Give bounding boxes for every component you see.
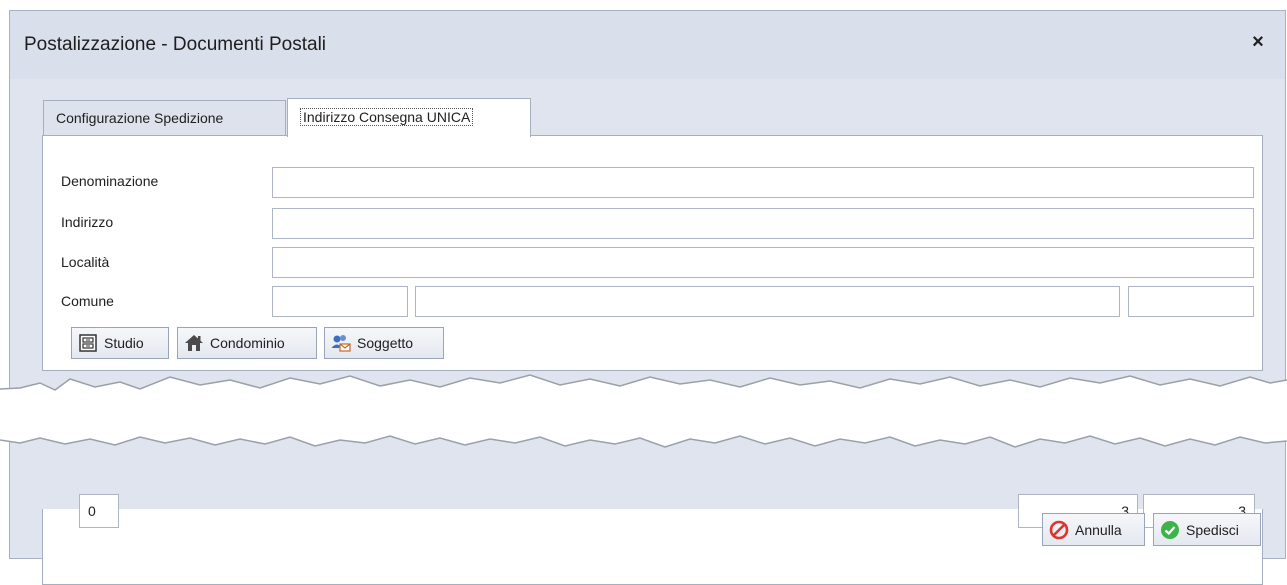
house-icon — [184, 333, 204, 353]
condominio-button-label: Condominio — [210, 335, 285, 351]
torn-edge-break — [0, 374, 1287, 448]
spedisci-button-label: Spedisci — [1186, 521, 1239, 538]
tab-panel-indirizzo: Denominazione Indirizzo Località Comune … — [42, 135, 1263, 371]
soggetto-button-label: Soggetto — [357, 335, 414, 351]
condominio-button[interactable]: Condominio — [177, 327, 317, 359]
comune-nome-field[interactable] — [415, 286, 1120, 317]
denominazione-label: Denominazione — [61, 173, 159, 189]
indirizzo-field[interactable] — [272, 208, 1254, 239]
title-bar[interactable]: Postalizzazione - Documenti Postali × — [10, 11, 1285, 79]
tab-label: Indirizzo Consegna UNICA — [300, 108, 474, 126]
spedisci-button[interactable]: Spedisci — [1153, 513, 1261, 546]
localita-label: Località — [61, 254, 110, 270]
cancel-icon — [1049, 520, 1069, 540]
window-title: Postalizzazione - Documenti Postali — [24, 34, 327, 55]
cabinet-icon — [78, 333, 98, 353]
tab-indirizzo-consegna-unica[interactable]: Indirizzo Consegna UNICA — [287, 98, 531, 137]
soggetto-button[interactable]: Soggetto — [324, 327, 444, 359]
annulla-button[interactable]: Annulla — [1042, 513, 1145, 546]
contacts-mail-icon — [331, 333, 351, 353]
close-button[interactable]: × — [1247, 31, 1269, 53]
denominazione-field[interactable] — [272, 167, 1254, 198]
comune-label: Comune — [61, 293, 114, 309]
comune-cap-field[interactable] — [272, 286, 408, 317]
comune-provincia-field[interactable] — [1128, 286, 1254, 317]
studio-button-label: Studio — [104, 335, 144, 351]
check-circle-icon — [1160, 520, 1180, 540]
dialog-window: Postalizzazione - Documenti Postali × Co… — [9, 10, 1286, 585]
dialog-content: Configurazione Spedizione Indirizzo Cons… — [10, 79, 1285, 585]
localita-field[interactable] — [272, 247, 1254, 278]
count-left-field[interactable]: 0 — [79, 494, 119, 528]
indirizzo-label: Indirizzo — [61, 214, 114, 230]
annulla-button-label: Annulla — [1075, 521, 1122, 538]
tab-configurazione-spedizione[interactable]: Configurazione Spedizione — [43, 100, 286, 136]
studio-button[interactable]: Studio — [71, 327, 169, 359]
